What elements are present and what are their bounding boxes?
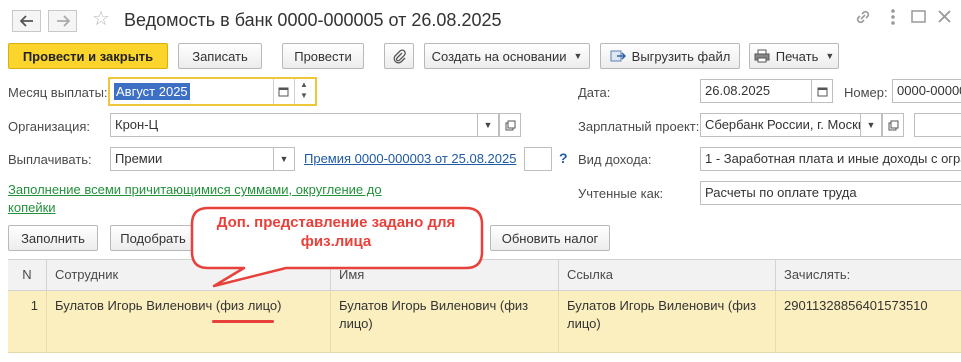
chevron-down-icon: ▼ bbox=[483, 120, 493, 130]
row-name[interactable]: Булатов Игорь Виленович (физ лицо) bbox=[330, 291, 558, 353]
row-link[interactable]: Булатов Игорь Виленович (физ лицо) bbox=[558, 291, 775, 353]
payment-month-value: Август 2025 bbox=[114, 83, 190, 100]
close-icon[interactable] bbox=[934, 6, 956, 28]
pick-button[interactable]: Подобрать bbox=[110, 225, 196, 251]
printer-icon bbox=[754, 49, 770, 63]
export-file-button[interactable]: Выгрузить файл bbox=[600, 43, 740, 69]
column-header-credit[interactable]: Зачислять: bbox=[775, 260, 961, 290]
chevron-down-icon: ▼ bbox=[279, 154, 289, 164]
bonus-extra-field[interactable] bbox=[524, 147, 552, 171]
number-label: Номер: bbox=[844, 85, 888, 100]
row-credit[interactable]: 29011328856401573510 bbox=[775, 291, 961, 353]
export-icon bbox=[610, 49, 626, 63]
payment-month-field[interactable]: Август 2025 ▲ ▼ bbox=[108, 77, 317, 106]
open-form-icon bbox=[505, 120, 515, 130]
salary-project-open-button[interactable] bbox=[882, 113, 904, 137]
print-label: Печать bbox=[775, 48, 819, 64]
date-field[interactable]: 26.08.2025 bbox=[700, 79, 812, 103]
organization-open-button[interactable] bbox=[499, 113, 521, 137]
paperclip-icon bbox=[393, 49, 406, 64]
number-field[interactable]: 0000-000005 bbox=[892, 79, 961, 103]
post-label: Провести bbox=[294, 48, 352, 64]
organization-field[interactable]: Крон-Ц bbox=[110, 113, 478, 137]
create-based-on-button[interactable]: Создать на основании ▼ bbox=[424, 43, 590, 69]
arrow-left-icon bbox=[19, 15, 33, 27]
income-type-field[interactable]: 1 - Заработная плата и иные доходы с огр… bbox=[700, 147, 961, 171]
chevron-down-icon: ▼ bbox=[573, 51, 583, 61]
arrow-right-icon bbox=[56, 15, 70, 27]
save-label: Записать bbox=[192, 48, 248, 64]
spinner-icon[interactable]: ▲ ▼ bbox=[294, 79, 313, 104]
annotation-underline bbox=[212, 320, 274, 323]
salary-project-dropdown-button[interactable]: ▼ bbox=[860, 113, 882, 137]
update-tax-label: Обновить налог bbox=[501, 230, 599, 246]
update-tax-button[interactable]: Обновить налог bbox=[490, 225, 610, 251]
pay-dropdown-button[interactable]: ▼ bbox=[273, 147, 295, 171]
window-title: Ведомость в банк 0000-000005 от 26.08.20… bbox=[124, 10, 502, 30]
pay-label: Выплачивать: bbox=[8, 152, 92, 167]
date-label: Дата: bbox=[578, 85, 611, 100]
salary-project-label: Зарплатный проект: bbox=[578, 119, 700, 134]
favorite-star-icon[interactable]: ☆ bbox=[92, 6, 110, 32]
column-header-link[interactable]: Ссылка bbox=[558, 260, 775, 290]
calendar-icon bbox=[817, 87, 827, 96]
more-menu-icon[interactable] bbox=[882, 6, 904, 28]
chevron-down-icon: ▼ bbox=[825, 51, 835, 61]
salary-project-field[interactable]: Сбербанк России, г. Москва bbox=[700, 113, 861, 137]
help-icon[interactable]: ? bbox=[559, 150, 568, 166]
maximize-icon[interactable] bbox=[908, 6, 930, 28]
row-number: 1 bbox=[30, 298, 38, 313]
forward-button[interactable] bbox=[48, 10, 77, 32]
save-button[interactable]: Записать bbox=[178, 43, 262, 69]
open-form-icon bbox=[888, 120, 898, 130]
date-calendar-button[interactable] bbox=[811, 79, 833, 103]
organization-label: Организация: bbox=[8, 119, 91, 134]
fill-button[interactable]: Заполнить bbox=[8, 225, 98, 251]
table-row[interactable]: 1 Булатов Игорь Виленович (физ лицо) Бул… bbox=[8, 291, 961, 353]
bonus-document-link[interactable]: Премия 0000-000003 от 25.08.2025 bbox=[304, 151, 516, 166]
fill-label: Заполнить bbox=[21, 230, 85, 246]
print-button[interactable]: Печать ▼ bbox=[749, 43, 839, 69]
post-button[interactable]: Провести bbox=[282, 43, 364, 69]
callout-text: Доп. представление задано для физ.лица bbox=[216, 214, 456, 250]
attach-button[interactable] bbox=[384, 43, 414, 69]
organization-dropdown-button[interactable]: ▼ bbox=[477, 113, 499, 137]
create-based-on-label: Создать на основании bbox=[431, 48, 567, 64]
pay-field[interactable]: Премии bbox=[110, 147, 274, 171]
post-and-close-label: Провести и закрыть bbox=[22, 48, 154, 64]
post-and-close-button[interactable]: Провести и закрыть bbox=[8, 43, 168, 69]
row-employee[interactable]: Булатов Игорь Виленович (физ лицо) bbox=[46, 291, 330, 353]
export-file-label: Выгрузить файл bbox=[631, 48, 731, 64]
income-type-label: Вид дохода: bbox=[578, 152, 652, 167]
accounted-as-field[interactable]: Расчеты по оплате труда bbox=[700, 181, 961, 205]
link-icon[interactable] bbox=[852, 6, 874, 28]
payment-month-label: Месяц выплаты: bbox=[8, 85, 108, 100]
chevron-down-icon: ▼ bbox=[866, 120, 876, 130]
calendar-icon[interactable] bbox=[273, 79, 293, 104]
back-button[interactable] bbox=[12, 10, 41, 32]
column-header-n[interactable]: N bbox=[8, 260, 46, 290]
pick-label: Подобрать bbox=[120, 230, 186, 246]
salary-project-extra-field[interactable] bbox=[914, 113, 961, 137]
accounted-as-label: Учтенные как: bbox=[578, 186, 664, 201]
